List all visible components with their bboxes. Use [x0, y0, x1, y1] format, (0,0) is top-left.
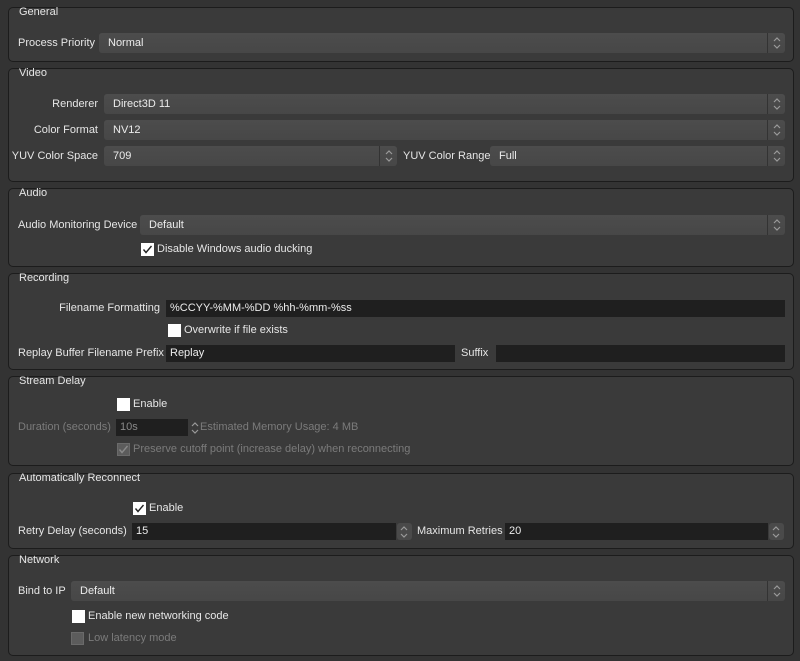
max-retries-input[interactable]: 20 — [505, 523, 768, 540]
process-priority-label: Process Priority — [18, 37, 96, 49]
recording-group: Recording Filename Formatting %CCYY-%MM-… — [8, 272, 794, 370]
replay-prefix-input[interactable]: Replay — [166, 345, 455, 362]
general-group: General Process Priority Normal — [8, 6, 794, 62]
process-priority-value: Normal — [108, 37, 144, 49]
color-format-label: Color Format — [33, 124, 98, 136]
process-priority-select[interactable]: Normal — [99, 33, 785, 53]
auto-reconnect-enable-label[interactable]: Enable — [149, 498, 183, 518]
recording-title: Recording — [19, 272, 70, 284]
renderer-select[interactable]: Direct3D 11 — [104, 94, 785, 114]
yuv-color-space-value: 709 — [113, 150, 132, 162]
renderer-value: Direct3D 11 — [113, 98, 171, 110]
overwrite-label[interactable]: Overwrite if file exists — [184, 320, 288, 340]
retry-delay-label: Retry Delay (seconds) — [18, 525, 127, 537]
low-latency-label[interactable]: Low latency mode — [88, 628, 177, 648]
updown-icon — [767, 94, 785, 114]
network-group: Network Bind to IP Default Enable new ne… — [8, 554, 794, 656]
disable-ducking-label[interactable]: Disable Windows audio ducking — [157, 239, 312, 259]
yuv-color-space-select[interactable]: 709 — [104, 146, 397, 166]
general-title: General — [19, 6, 59, 18]
auto-reconnect-enable-checkbox[interactable] — [133, 502, 146, 515]
network-title: Network — [19, 554, 60, 566]
suffix-input[interactable] — [496, 345, 785, 362]
suffix-label: Suffix — [461, 347, 489, 359]
updown-icon — [379, 146, 397, 166]
disable-ducking-checkbox[interactable] — [141, 243, 154, 256]
overwrite-checkbox[interactable] — [168, 324, 181, 337]
updown-icon — [767, 33, 785, 53]
retry-delay-input[interactable]: 15 — [132, 523, 396, 540]
duration-input[interactable]: 10s — [116, 419, 188, 436]
check-icon — [134, 503, 145, 514]
preserve-cutoff-label[interactable]: Preserve cutoff point (increase delay) w… — [133, 439, 410, 459]
duration-label: Duration (seconds) — [18, 421, 111, 433]
updown-icon — [767, 146, 785, 166]
stream-delay-group: Stream Delay Enable Duration (seconds) 1… — [8, 375, 794, 466]
new-networking-label[interactable]: Enable new networking code — [88, 606, 229, 626]
audio-monitoring-device-label: Audio Monitoring Device — [18, 219, 138, 231]
auto-reconnect-title: Automatically Reconnect — [19, 472, 141, 484]
max-retries-label: Maximum Retries — [417, 525, 503, 537]
audio-monitoring-device-value: Default — [149, 219, 184, 231]
auto-reconnect-group: Automatically Reconnect Enable Retry Del… — [8, 472, 794, 549]
max-retries-spinner[interactable] — [769, 523, 784, 540]
bind-ip-select[interactable]: Default — [71, 581, 785, 601]
check-icon — [142, 244, 153, 255]
stream-delay-enable-checkbox[interactable] — [117, 398, 130, 411]
updown-icon — [767, 581, 785, 601]
audio-monitoring-device-select[interactable]: Default — [140, 215, 785, 235]
replay-prefix-label: Replay Buffer Filename Prefix — [18, 347, 164, 359]
video-group: Video Renderer Direct3D 11 Color Format … — [8, 67, 794, 182]
color-format-value: NV12 — [113, 124, 141, 136]
renderer-label: Renderer — [52, 98, 98, 110]
stream-delay-title: Stream Delay — [19, 375, 86, 387]
yuv-color-range-select[interactable]: Full — [490, 146, 785, 166]
updown-icon — [767, 215, 785, 235]
color-format-select[interactable]: NV12 — [104, 120, 785, 140]
audio-title: Audio — [19, 187, 48, 199]
yuv-color-range-label: YUV Color Range — [403, 150, 491, 162]
filename-formatting-input[interactable]: %CCYY-%MM-%DD %hh-%mm-%ss — [166, 300, 785, 317]
updown-icon — [767, 120, 785, 140]
check-icon — [118, 444, 129, 455]
memory-usage-text: Estimated Memory Usage: 4 MB — [200, 421, 359, 433]
yuv-color-space-label: YUV Color Space — [11, 150, 98, 162]
bind-ip-value: Default — [80, 585, 115, 597]
updown-icon — [399, 525, 409, 539]
preserve-cutoff-checkbox[interactable] — [117, 443, 130, 456]
stream-delay-enable-label[interactable]: Enable — [133, 394, 167, 414]
audio-group: Audio Audio Monitoring Device Default Di… — [8, 187, 794, 267]
bind-ip-label: Bind to IP — [18, 585, 66, 597]
new-networking-checkbox[interactable] — [72, 610, 85, 623]
low-latency-checkbox[interactable] — [71, 632, 84, 645]
updown-icon — [771, 525, 781, 539]
yuv-color-range-value: Full — [499, 150, 517, 162]
retry-delay-spinner[interactable] — [397, 523, 412, 540]
video-title: Video — [19, 67, 47, 79]
filename-formatting-label: Filename Formatting — [59, 302, 160, 314]
updown-icon — [190, 421, 200, 435]
